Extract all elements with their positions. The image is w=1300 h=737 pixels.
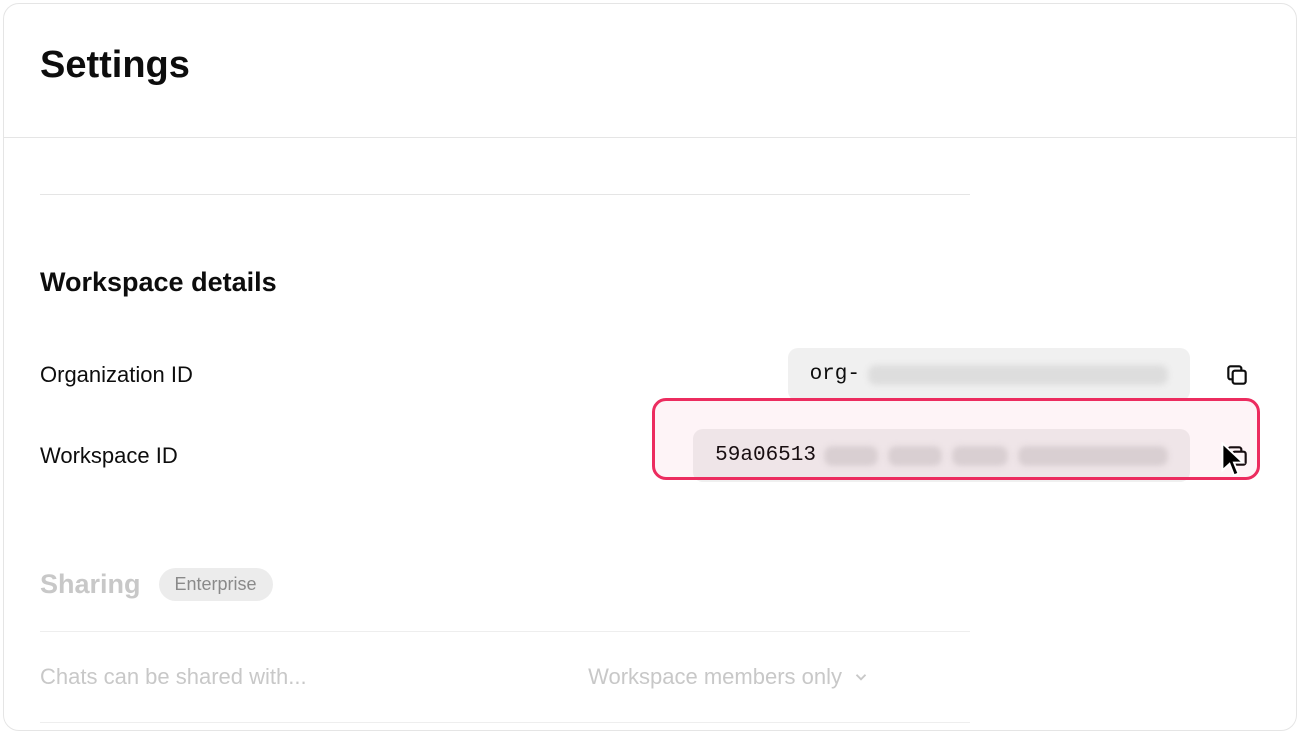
workspace-details-heading: Workspace details bbox=[40, 267, 1260, 298]
enterprise-badge: Enterprise bbox=[159, 568, 273, 601]
copy-workspace-id-button[interactable] bbox=[1220, 439, 1254, 473]
organization-id-label: Organization ID bbox=[40, 362, 193, 388]
organization-id-prefix: org- bbox=[810, 363, 860, 386]
redacted-text bbox=[824, 446, 1168, 466]
workspace-id-label: Workspace ID bbox=[40, 443, 178, 469]
content-area: Workspace details Organization ID org- W… bbox=[4, 194, 1296, 723]
workspace-id-row: Workspace ID 59a06513 bbox=[40, 415, 1254, 496]
organization-id-row: Organization ID org- bbox=[40, 334, 1254, 415]
sharing-row: Chats can be shared with... Workspace me… bbox=[40, 632, 970, 723]
sharing-header: Sharing Enterprise bbox=[40, 568, 970, 632]
copy-icon bbox=[1224, 362, 1250, 388]
settings-page: Settings Workspace details Organization … bbox=[3, 3, 1297, 731]
workspace-id-prefix: 59a06513 bbox=[715, 444, 816, 467]
copy-icon bbox=[1224, 443, 1250, 469]
sharing-section: Sharing Enterprise Chats can be shared w… bbox=[40, 568, 970, 723]
copy-organization-id-button[interactable] bbox=[1220, 358, 1254, 392]
divider bbox=[40, 194, 970, 195]
organization-id-value: org- bbox=[788, 348, 1190, 401]
page-title: Settings bbox=[40, 44, 1260, 87]
sharing-select[interactable]: Workspace members only bbox=[588, 664, 870, 690]
workspace-id-value: 59a06513 bbox=[693, 429, 1190, 482]
sharing-selected-option: Workspace members only bbox=[588, 664, 842, 690]
chevron-down-icon bbox=[852, 668, 870, 686]
page-header: Settings bbox=[4, 4, 1296, 138]
redacted-text bbox=[868, 365, 1168, 385]
workspace-id-value-group: 59a06513 bbox=[693, 429, 1254, 482]
sharing-row-label: Chats can be shared with... bbox=[40, 664, 307, 690]
organization-id-value-group: org- bbox=[788, 348, 1254, 401]
sharing-title: Sharing bbox=[40, 569, 141, 600]
